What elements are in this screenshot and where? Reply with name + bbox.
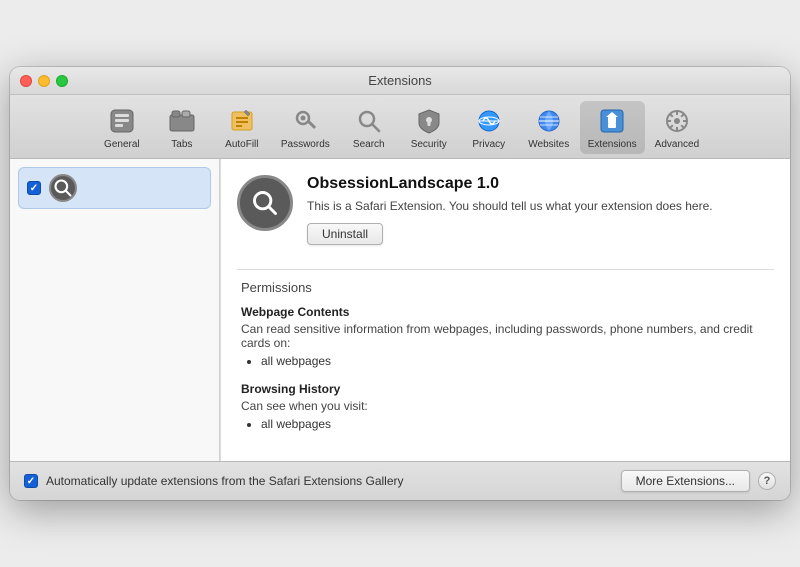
auto-update-checkbox[interactable]	[24, 474, 38, 488]
advanced-label: Advanced	[655, 139, 699, 150]
content-area: ObsessionLandscape 1.0 This is a Safari …	[10, 159, 790, 461]
more-extensions-button[interactable]: More Extensions...	[621, 470, 750, 492]
websites-icon	[533, 105, 565, 137]
footer-right: More Extensions... ?	[621, 470, 776, 492]
maximize-button[interactable]	[56, 75, 68, 87]
extension-info: ObsessionLandscape 1.0 This is a Safari …	[307, 175, 774, 245]
permissions-section: Permissions Webpage Contents Can read se…	[237, 280, 774, 445]
general-icon	[106, 105, 138, 137]
advanced-icon	[661, 105, 693, 137]
toolbar-item-search[interactable]: Search	[340, 101, 398, 154]
titlebar: Extensions	[10, 67, 790, 95]
sidebar-ext-icon	[49, 174, 77, 202]
sidebar-extension-item[interactable]	[18, 167, 211, 209]
toolbar-item-security[interactable]: Security	[400, 101, 458, 154]
main-window: Extensions General	[10, 67, 790, 500]
auto-update-label: Automatically update extensions from the…	[46, 474, 404, 488]
help-button[interactable]: ?	[758, 472, 776, 490]
autofill-label: AutoFill	[225, 139, 258, 150]
toolbar-item-extensions[interactable]: Extensions	[580, 101, 645, 154]
perm-group-webpage-contents: Webpage Contents Can read sensitive info…	[241, 305, 774, 368]
toolbar-item-passwords[interactable]: Passwords	[273, 101, 338, 154]
perm-browsing-history-item-0: all webpages	[261, 417, 774, 431]
sidebar	[10, 159, 220, 461]
privacy-label: Privacy	[472, 139, 505, 150]
main-panel: ObsessionLandscape 1.0 This is a Safari …	[220, 159, 790, 461]
extension-header: ObsessionLandscape 1.0 This is a Safari …	[237, 175, 774, 245]
general-label: General	[104, 139, 140, 150]
divider	[237, 269, 774, 270]
toolbar-item-autofill[interactable]: AutoFill	[213, 101, 271, 154]
search-toolbar-icon	[353, 105, 385, 137]
toolbar-item-websites[interactable]: Websites	[520, 101, 578, 154]
perm-webpage-contents-list: all webpages	[241, 354, 774, 368]
passwords-label: Passwords	[281, 139, 330, 150]
perm-webpage-contents-desc: Can read sensitive information from webp…	[241, 322, 774, 350]
perm-webpage-contents-title: Webpage Contents	[241, 305, 774, 319]
search-label: Search	[353, 139, 385, 150]
websites-label: Websites	[528, 139, 569, 150]
footer: Automatically update extensions from the…	[10, 461, 790, 500]
toolbar: General Tabs	[10, 95, 790, 159]
privacy-icon	[473, 105, 505, 137]
passwords-icon	[289, 105, 321, 137]
tabs-label: Tabs	[171, 139, 192, 150]
window-title: Extensions	[368, 73, 432, 88]
perm-webpage-contents-item-0: all webpages	[261, 354, 774, 368]
autofill-icon	[226, 105, 258, 137]
perm-browsing-history-list: all webpages	[241, 417, 774, 431]
permissions-title: Permissions	[241, 280, 774, 295]
perm-group-browsing-history: Browsing History Can see when you visit:…	[241, 382, 774, 431]
toolbar-item-general[interactable]: General	[93, 101, 151, 154]
extension-name: ObsessionLandscape 1.0	[307, 175, 774, 193]
titlebar-buttons	[20, 75, 68, 87]
extensions-icon	[596, 105, 628, 137]
toolbar-item-advanced[interactable]: Advanced	[647, 101, 707, 154]
toolbar-item-tabs[interactable]: Tabs	[153, 101, 211, 154]
toolbar-item-privacy[interactable]: Privacy	[460, 101, 518, 154]
minimize-button[interactable]	[38, 75, 50, 87]
extension-description: This is a Safari Extension. You should t…	[307, 197, 774, 215]
extensions-label: Extensions	[588, 139, 637, 150]
extension-enabled-checkbox[interactable]	[27, 181, 41, 195]
footer-left: Automatically update extensions from the…	[24, 474, 404, 488]
perm-browsing-history-title: Browsing History	[241, 382, 774, 396]
close-button[interactable]	[20, 75, 32, 87]
uninstall-button[interactable]: Uninstall	[307, 223, 383, 245]
security-label: Security	[411, 139, 447, 150]
security-icon	[413, 105, 445, 137]
tabs-icon	[166, 105, 198, 137]
extension-big-icon	[237, 175, 293, 231]
perm-browsing-history-desc: Can see when you visit:	[241, 399, 774, 413]
